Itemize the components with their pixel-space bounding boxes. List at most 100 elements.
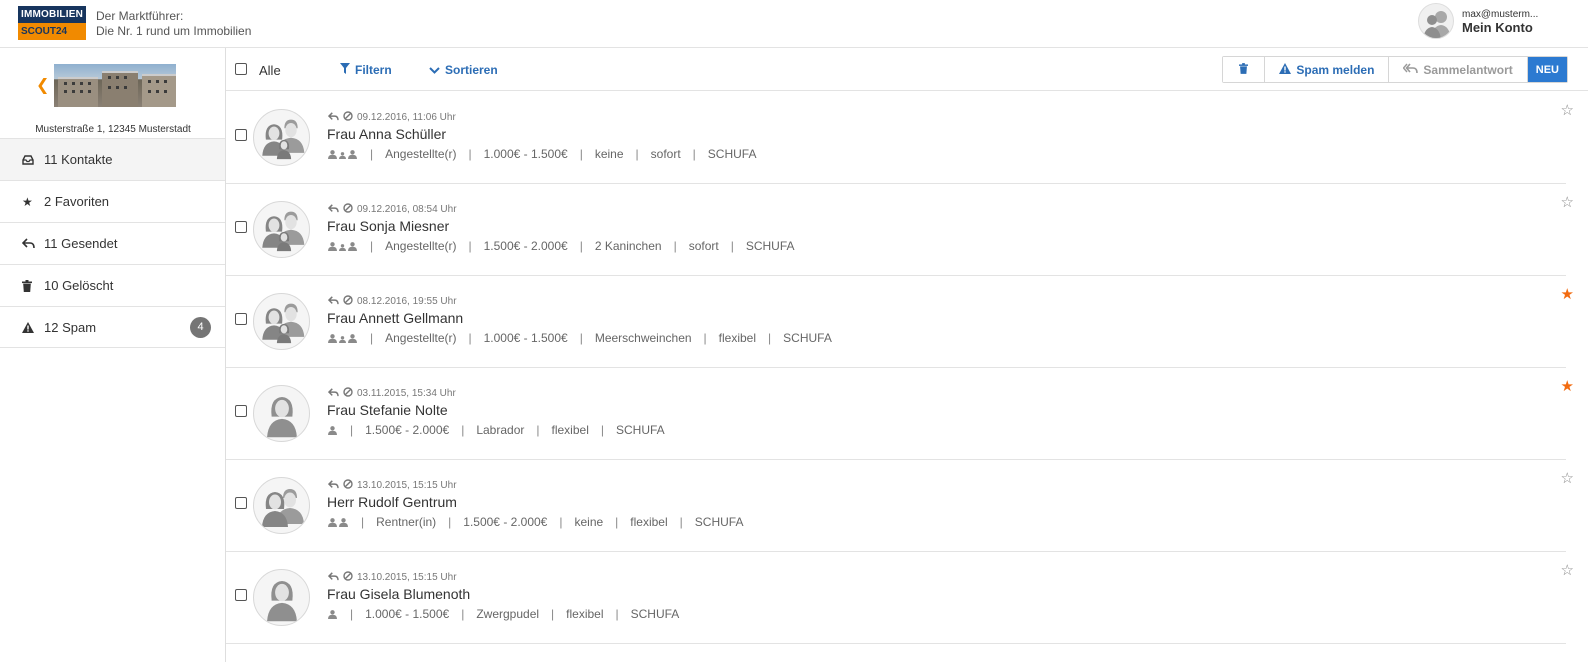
separator: | bbox=[615, 607, 619, 621]
filter-button[interactable]: Filtern bbox=[340, 63, 392, 77]
separator: | bbox=[679, 515, 683, 529]
contact-detail: Rentner(in) bbox=[376, 515, 437, 529]
tagline-line-1: Der Marktführer: bbox=[96, 9, 184, 23]
sidebar-item-favorites[interactable]: ★ 2 Favoriten bbox=[0, 180, 225, 222]
favorite-star-icon[interactable]: ☆ bbox=[1561, 561, 1574, 579]
select-all-label: Alle bbox=[259, 63, 281, 78]
favorite-star-icon[interactable]: ☆ bbox=[1561, 101, 1574, 119]
contact-detail: flexibel bbox=[566, 607, 604, 621]
separator: | bbox=[635, 147, 639, 161]
logo-text-bottom: SCOUT24 bbox=[18, 23, 86, 40]
spam-count-badge: 4 bbox=[190, 317, 211, 338]
sidebar: ❮ Musterstraße 1, 12345 Musterstadt 11 K… bbox=[0, 48, 226, 662]
contact-date: 03.11.2015, 15:34 Uhr bbox=[357, 388, 456, 399]
contact-row[interactable]: 09.12.2016, 11:06 Uhr Frau Anna Schüller… bbox=[226, 92, 1574, 184]
immobilienscout24-logo[interactable]: IMMOBILIEN SCOUT24 bbox=[18, 6, 86, 40]
contact-details: | Angestellte(r) | 1.000€ - 1.500€ | keine | so… bbox=[328, 147, 756, 161]
contact-row[interactable]: 08.12.2016, 19:55 Uhr Frau Annett Gellma… bbox=[226, 276, 1574, 368]
new-label: NEU bbox=[1535, 63, 1559, 76]
separator: | bbox=[468, 147, 472, 161]
reply-all-icon bbox=[1402, 62, 1419, 77]
row-checkbox[interactable] bbox=[235, 497, 247, 509]
row-checkbox[interactable] bbox=[235, 129, 247, 141]
separator: | bbox=[551, 607, 555, 621]
list-toolbar: Alle Filtern Sortieren Spam melden Samme… bbox=[226, 48, 1588, 91]
filter-icon bbox=[340, 63, 350, 77]
reply-icon bbox=[327, 479, 339, 492]
contact-row[interactable]: 13.10.2015, 15:15 Uhr Frau Gisela Blumen… bbox=[226, 552, 1574, 644]
favorite-star-icon[interactable]: ★ bbox=[1561, 285, 1574, 303]
contact-list: 09.12.2016, 11:06 Uhr Frau Anna Schüller… bbox=[226, 92, 1574, 644]
sidebar-item-deleted[interactable]: 10 Gelöscht bbox=[0, 264, 225, 306]
contact-detail: flexibel bbox=[551, 423, 589, 437]
contact-row[interactable]: 03.11.2015, 15:34 Uhr Frau Stefanie Nolt… bbox=[226, 368, 1574, 460]
contact-meta: 08.12.2016, 19:55 Uhr bbox=[327, 295, 457, 308]
separator: | bbox=[692, 147, 696, 161]
contact-name[interactable]: Frau Stefanie Nolte bbox=[327, 402, 448, 418]
new-button[interactable]: NEU bbox=[1527, 57, 1567, 82]
contact-details: | Rentner(in) | 1.500€ - 2.000€ | keine | flexi… bbox=[328, 515, 743, 529]
select-all-checkbox[interactable] bbox=[235, 63, 247, 75]
separator: | bbox=[468, 239, 472, 253]
persons-icon bbox=[328, 149, 358, 159]
contact-date: 08.12.2016, 19:55 Uhr bbox=[357, 296, 457, 307]
separator: | bbox=[730, 239, 734, 253]
separator: | bbox=[673, 239, 677, 253]
bulk-reply-button[interactable]: Sammelantwort bbox=[1389, 57, 1528, 82]
contact-details: | Angestellte(r) | 1.500€ - 2.000€ | 2 Kaninc… bbox=[328, 239, 795, 253]
contact-avatar-icon bbox=[253, 385, 310, 442]
contact-meta: 09.12.2016, 08:54 Uhr bbox=[327, 203, 457, 216]
separator: | bbox=[703, 331, 707, 345]
contact-name[interactable]: Frau Annett Gellmann bbox=[327, 310, 463, 326]
blocked-icon bbox=[343, 387, 353, 400]
separator: | bbox=[579, 331, 583, 345]
sidebar-item-sent[interactable]: 11 Gesendet bbox=[0, 222, 225, 264]
contact-detail: SCHUFA bbox=[615, 423, 665, 437]
contact-row[interactable]: 09.12.2016, 08:54 Uhr Frau Sonja Miesner… bbox=[226, 184, 1574, 276]
row-checkbox[interactable] bbox=[235, 589, 247, 601]
contact-avatar-icon bbox=[253, 569, 310, 626]
delete-button[interactable] bbox=[1223, 57, 1266, 82]
sidebar-item-label: 11 Kontakte bbox=[44, 152, 113, 167]
sidebar-item-spam[interactable]: 12 Spam 4 bbox=[0, 306, 225, 348]
contact-detail: keine bbox=[594, 147, 624, 161]
sort-button[interactable]: Sortieren bbox=[429, 63, 498, 77]
contact-name[interactable]: Frau Sonja Miesner bbox=[327, 218, 449, 234]
contact-name[interactable]: Frau Gisela Blumenoth bbox=[327, 586, 470, 602]
contact-details: | Angestellte(r) | 1.000€ - 1.500€ | Meerschw… bbox=[328, 331, 832, 345]
contact-meta: 03.11.2015, 15:34 Uhr bbox=[327, 387, 456, 400]
separator: | bbox=[361, 515, 365, 529]
contact-name[interactable]: Frau Anna Schüller bbox=[327, 126, 446, 142]
row-checkbox[interactable] bbox=[235, 221, 247, 233]
contact-detail: flexibel bbox=[630, 515, 668, 529]
contact-details: | 1.500€ - 2.000€ | Labrador | flexibel | SCHUF… bbox=[328, 423, 665, 437]
filter-label: Filtern bbox=[355, 63, 392, 77]
reply-icon bbox=[327, 203, 339, 216]
contact-detail: SCHUFA bbox=[694, 515, 744, 529]
contact-name[interactable]: Herr Rudolf Gentrum bbox=[327, 494, 457, 510]
blocked-icon bbox=[343, 479, 353, 492]
contact-meta: 13.10.2015, 15:15 Uhr bbox=[327, 479, 457, 492]
favorite-star-icon[interactable]: ★ bbox=[1561, 377, 1574, 395]
back-chevron-icon[interactable]: ❮ bbox=[36, 75, 49, 95]
row-checkbox[interactable] bbox=[235, 405, 247, 417]
separator: | bbox=[536, 423, 540, 437]
separator: | bbox=[579, 239, 583, 253]
account-menu[interactable]: max@musterm... Mein Konto bbox=[1418, 0, 1588, 48]
inbox-icon bbox=[22, 154, 44, 165]
favorite-star-icon[interactable]: ☆ bbox=[1561, 193, 1574, 211]
contact-detail: Angestellte(r) bbox=[385, 147, 457, 161]
row-checkbox[interactable] bbox=[235, 313, 247, 325]
separator: | bbox=[559, 515, 563, 529]
contact-row[interactable]: 13.10.2015, 15:15 Uhr Herr Rudolf Gentru… bbox=[226, 460, 1574, 552]
contact-detail: Angestellte(r) bbox=[385, 239, 457, 253]
favorite-star-icon[interactable]: ☆ bbox=[1561, 469, 1574, 487]
report-spam-button[interactable]: Spam melden bbox=[1265, 57, 1390, 82]
star-icon: ★ bbox=[22, 194, 33, 209]
contact-detail: keine bbox=[574, 515, 604, 529]
separator: | bbox=[615, 515, 619, 529]
sidebar-item-contacts[interactable]: 11 Kontakte bbox=[0, 138, 225, 180]
contact-detail: Zwergpudel bbox=[476, 607, 540, 621]
sidebar-item-label: 10 Gelöscht bbox=[44, 278, 114, 293]
separator: | bbox=[600, 423, 604, 437]
